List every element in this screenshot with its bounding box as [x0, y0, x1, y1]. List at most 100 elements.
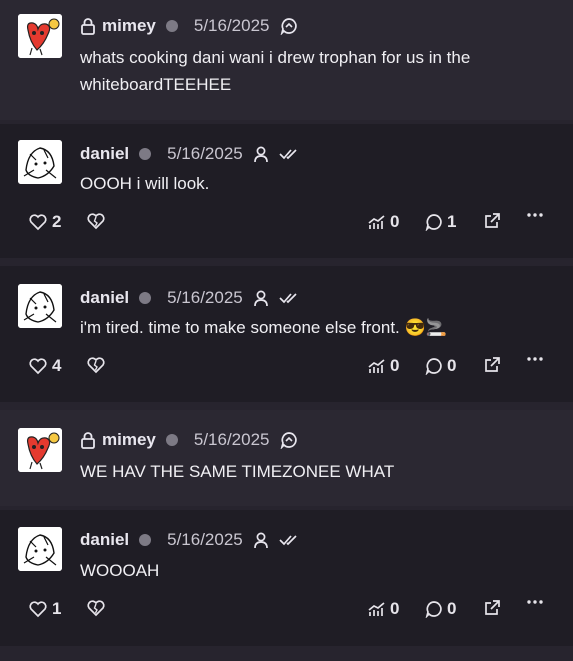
post-header: daniel 5/16/2025	[80, 288, 299, 308]
post-actions: 1 0 0	[0, 599, 573, 625]
author-name[interactable]: daniel	[80, 144, 129, 164]
person-icon	[253, 531, 269, 549]
avatar-daniel[interactable]	[18, 140, 62, 184]
status-dot	[139, 148, 152, 160]
author-name[interactable]: mimey	[102, 16, 156, 36]
double-check-icon	[279, 147, 299, 161]
post-header: daniel 5/16/2025	[80, 144, 299, 164]
avatar-image	[18, 527, 62, 571]
dislike-button[interactable]	[86, 212, 106, 230]
reply-count: 0	[447, 599, 457, 618]
post-date[interactable]: 5/16/2025	[167, 288, 243, 308]
more-icon	[527, 213, 543, 217]
person-icon	[253, 289, 269, 307]
more-button[interactable]	[527, 212, 543, 218]
boost-chart-icon	[368, 215, 385, 229]
heart-icon	[29, 601, 47, 618]
post: daniel 5/16/2025 OOOH i will look. 2 0 1	[0, 124, 573, 258]
post-actions: 4 0 0	[0, 356, 573, 382]
author-name[interactable]: daniel	[80, 530, 129, 550]
lock-icon	[80, 17, 96, 35]
avatar-mimey[interactable]	[18, 428, 62, 472]
boost-button[interactable]: 0	[368, 356, 399, 376]
post-text-content: i'm tired. time to make someone else fro…	[80, 318, 400, 337]
external-link-icon	[485, 213, 500, 228]
boost-count: 0	[390, 599, 400, 618]
status-dot	[165, 20, 178, 32]
post-header: mimey 5/16/2025	[80, 16, 298, 36]
post-date[interactable]: 5/16/2025	[194, 430, 270, 450]
dislike-button[interactable]	[86, 356, 106, 374]
more-button[interactable]	[527, 356, 543, 362]
like-button[interactable]: 4	[28, 356, 61, 376]
boost-button[interactable]: 0	[368, 599, 399, 619]
external-link-icon	[485, 357, 500, 372]
double-check-icon	[279, 291, 299, 305]
feed: mimey 5/16/2025 whats cooking dani wani …	[0, 0, 573, 661]
reply-button[interactable]: 0	[425, 599, 456, 619]
author-name[interactable]: mimey	[102, 430, 156, 450]
post-header: daniel 5/16/2025	[80, 530, 299, 550]
like-button[interactable]: 1	[28, 599, 61, 619]
chat-bubble-icon	[280, 17, 298, 35]
like-count: 2	[52, 212, 62, 231]
heart-icon	[29, 214, 47, 231]
status-dot	[165, 434, 178, 446]
dislike-button[interactable]	[86, 599, 106, 617]
broken-heart-icon	[87, 357, 105, 374]
broken-heart-icon	[87, 600, 105, 617]
broken-heart-icon	[87, 213, 105, 230]
post-text: OOOH i will look.	[80, 174, 210, 193]
comment-icon	[425, 358, 442, 375]
avatar-image	[18, 14, 62, 58]
reply-button[interactable]: 0	[425, 356, 456, 376]
reply-count: 0	[447, 356, 457, 375]
comment-icon	[425, 601, 442, 618]
more-button[interactable]	[527, 599, 543, 605]
share-button[interactable]	[483, 599, 501, 617]
post-text: whats cooking dani wani i drew trophan f…	[80, 48, 471, 94]
post: mimey 5/16/2025 whats cooking dani wani …	[0, 0, 573, 120]
avatar-mimey[interactable]	[18, 14, 62, 58]
boost-chart-icon	[368, 602, 385, 616]
boost-chart-icon	[368, 359, 385, 373]
avatar-daniel[interactable]	[18, 527, 62, 571]
comment-icon	[425, 214, 442, 231]
more-icon	[527, 357, 543, 361]
like-count: 1	[52, 599, 62, 618]
chat-bubble-icon	[280, 431, 298, 449]
post-emoji: 😎🚬	[404, 318, 447, 337]
post: mimey 5/16/2025 WE HAV THE SAME TIMEZONE…	[0, 410, 573, 506]
status-dot	[139, 292, 152, 304]
post-actions: 2 0 1	[0, 212, 573, 238]
post-text: WE HAV THE SAME TIMEZONEE WHAT	[80, 462, 395, 481]
more-icon	[527, 600, 543, 604]
share-button[interactable]	[483, 356, 501, 374]
reply-button[interactable]: 1	[425, 212, 456, 232]
boost-count: 0	[390, 356, 400, 375]
person-icon	[253, 145, 269, 163]
heart-icon	[29, 358, 47, 375]
boost-count: 0	[390, 212, 400, 231]
like-count: 4	[52, 356, 62, 375]
share-button[interactable]	[483, 212, 501, 230]
double-check-icon	[279, 533, 299, 547]
post: daniel 5/16/2025 WOOOAH 1 0 0	[0, 510, 573, 646]
status-dot	[139, 534, 152, 546]
author-name[interactable]: daniel	[80, 288, 129, 308]
external-link-icon	[485, 600, 500, 615]
post-header: mimey 5/16/2025	[80, 430, 298, 450]
post-text: WOOOAH	[80, 561, 160, 580]
post-text: i'm tired. time to make someone else fro…	[80, 314, 549, 341]
reply-count: 1	[447, 212, 457, 231]
avatar-image	[18, 140, 62, 184]
like-button[interactable]: 2	[28, 212, 61, 232]
post-date[interactable]: 5/16/2025	[167, 144, 243, 164]
avatar-image	[18, 284, 62, 328]
post: daniel 5/16/2025 i'm tired. time to make…	[0, 266, 573, 402]
avatar-daniel[interactable]	[18, 284, 62, 328]
lock-icon	[80, 431, 96, 449]
post-date[interactable]: 5/16/2025	[194, 16, 270, 36]
boost-button[interactable]: 0	[368, 212, 399, 232]
post-date[interactable]: 5/16/2025	[167, 530, 243, 550]
